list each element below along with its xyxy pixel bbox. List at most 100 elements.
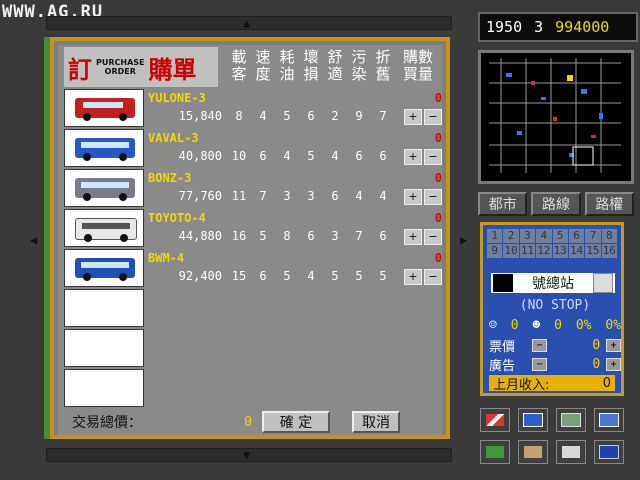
decrease-button[interactable]: − — [424, 229, 442, 245]
slot[interactable]: 1 — [487, 229, 503, 243]
empty-thumbnail — [64, 369, 144, 407]
increase-button[interactable]: + — [404, 149, 422, 165]
slot[interactable]: 15 — [585, 244, 601, 258]
title-left: 訂 — [68, 54, 92, 84]
confirm-button[interactable]: 確 定 — [262, 411, 330, 433]
decrease-button[interactable]: − — [424, 269, 442, 285]
slot[interactable]: 14 — [568, 244, 585, 258]
wheel — [83, 153, 91, 161]
vehicle-name: BONZ-3 — [148, 171, 192, 185]
wheel — [83, 193, 91, 201]
slot[interactable]: 9 — [487, 244, 503, 258]
bus-window — [81, 262, 129, 268]
top-scrollbar[interactable]: ▲ — [46, 16, 452, 30]
stat-capacity: 15 — [231, 269, 247, 283]
fare-plus-button[interactable]: + — [606, 338, 622, 352]
office-icon[interactable] — [556, 440, 586, 464]
station-name-bar: 號總站 — [491, 273, 615, 293]
bus-route-icon[interactable] — [518, 408, 548, 432]
tab-city[interactable]: 都市 — [478, 192, 528, 216]
vehicle-list: YULONE-3 15,840 8 4 5 6 2 9 7 0 + − VAVA… — [58, 89, 442, 409]
stat-fuel: 5 — [283, 269, 291, 283]
cancel-button[interactable]: 取消 — [352, 411, 400, 433]
tab-rights[interactable]: 路權 — [584, 192, 634, 216]
bus-window — [83, 102, 123, 108]
toolbar — [480, 408, 628, 464]
date-money-display: 1950 3 994000 — [478, 12, 638, 42]
worker-icon: ☻ — [532, 317, 541, 333]
disk-icon[interactable] — [594, 440, 624, 464]
bus-window — [81, 182, 129, 188]
increase-button[interactable]: + — [404, 109, 422, 125]
stat-fuel: 8 — [283, 229, 291, 243]
count-c: 0% — [575, 317, 592, 333]
year-value: 1950 — [486, 18, 523, 36]
slot[interactable]: 7 — [585, 229, 601, 243]
left-arrow-icon[interactable]: ◀ — [30, 234, 37, 246]
up-arrow-icon[interactable]: ▲ — [243, 17, 250, 29]
stat-depreciation: 6 — [379, 229, 387, 243]
decrease-button[interactable]: − — [424, 109, 442, 125]
station-info-icon[interactable] — [593, 273, 613, 293]
decrease-button[interactable]: − — [424, 189, 442, 205]
down-arrow-icon[interactable]: ▼ — [243, 449, 250, 461]
stat-fuel: 4 — [283, 149, 291, 163]
col-header-fuel: 耗油 — [279, 48, 295, 83]
station-color-swatch — [493, 274, 513, 292]
slot[interactable]: 12 — [536, 244, 552, 258]
people-icon[interactable] — [518, 440, 548, 464]
last-month-income: 上月收入: 0 — [489, 375, 615, 393]
slot[interactable]: 4 — [536, 229, 552, 243]
increase-button[interactable]: + — [404, 189, 422, 205]
slot[interactable]: 5 — [552, 229, 568, 243]
wheel — [83, 113, 91, 121]
vehicle-row[interactable]: TOYOTO-4 44,880 16 5 8 6 3 7 6 0 + − — [64, 209, 442, 249]
bottom-scrollbar[interactable]: ▼ — [46, 448, 452, 462]
empty-row — [64, 329, 442, 369]
col-header-speed: 速度 — [255, 48, 271, 83]
stat-depreciation: 6 — [379, 149, 387, 163]
vehicle-row[interactable]: BONZ-3 77,760 11 7 3 3 6 4 4 0 + − — [64, 169, 442, 209]
fare-minus-button[interactable]: − — [532, 338, 548, 352]
depot-icon[interactable] — [594, 408, 624, 432]
vehicle-price: 77,760 — [178, 189, 222, 203]
col-header-comfort: 舒適 — [327, 48, 343, 83]
tab-route[interactable]: 路線 — [531, 192, 581, 216]
slot[interactable]: 11 — [519, 244, 536, 258]
building-icon[interactable] — [556, 408, 586, 432]
vehicle-price: 92,400 — [178, 269, 222, 283]
slot[interactable]: 13 — [552, 244, 568, 258]
vehicle-row[interactable]: YULONE-3 15,840 8 4 5 6 2 9 7 0 + − — [64, 89, 442, 129]
stat-pollution: 5 — [355, 269, 363, 283]
income-value: 0 — [602, 375, 611, 391]
vehicle-name: VAVAL-3 — [148, 131, 199, 145]
vehicle-row[interactable]: BWM-4 92,400 15 6 5 4 5 5 5 0 + − — [64, 249, 442, 289]
right-arrow-icon[interactable]: ▶ — [460, 234, 467, 246]
wheel — [119, 113, 127, 121]
title-mid-line2: ORDER — [104, 67, 136, 76]
increase-button[interactable]: + — [404, 269, 422, 285]
stat-speed: 4 — [259, 109, 267, 123]
slot[interactable]: 6 — [568, 229, 585, 243]
increase-button[interactable]: + — [404, 229, 422, 245]
stat-damage: 3 — [307, 189, 315, 203]
ad-minus-button[interactable]: − — [532, 357, 548, 371]
vehicle-row[interactable]: VAVAL-3 40,800 10 6 4 5 4 6 6 0 + − — [64, 129, 442, 169]
ad-plus-button[interactable]: + — [606, 357, 622, 371]
slot[interactable]: 3 — [519, 229, 536, 243]
income-label: 上月收入: — [493, 377, 550, 393]
crane-icon[interactable] — [480, 408, 510, 432]
stat-capacity: 16 — [231, 229, 247, 243]
title-mid-line1: PURCHASE — [96, 58, 145, 67]
bus-thumbnail — [64, 129, 144, 167]
money-icon[interactable] — [480, 440, 510, 464]
empty-row — [64, 369, 442, 409]
bus-icon — [75, 218, 137, 242]
slot[interactable]: 8 — [601, 229, 617, 243]
slot[interactable]: 16 — [601, 244, 617, 258]
decrease-button[interactable]: − — [424, 149, 442, 165]
slot[interactable]: 2 — [503, 229, 519, 243]
ad-label: 廣告 — [489, 358, 516, 374]
slot[interactable]: 10 — [503, 244, 519, 258]
minimap[interactable] — [478, 50, 634, 184]
